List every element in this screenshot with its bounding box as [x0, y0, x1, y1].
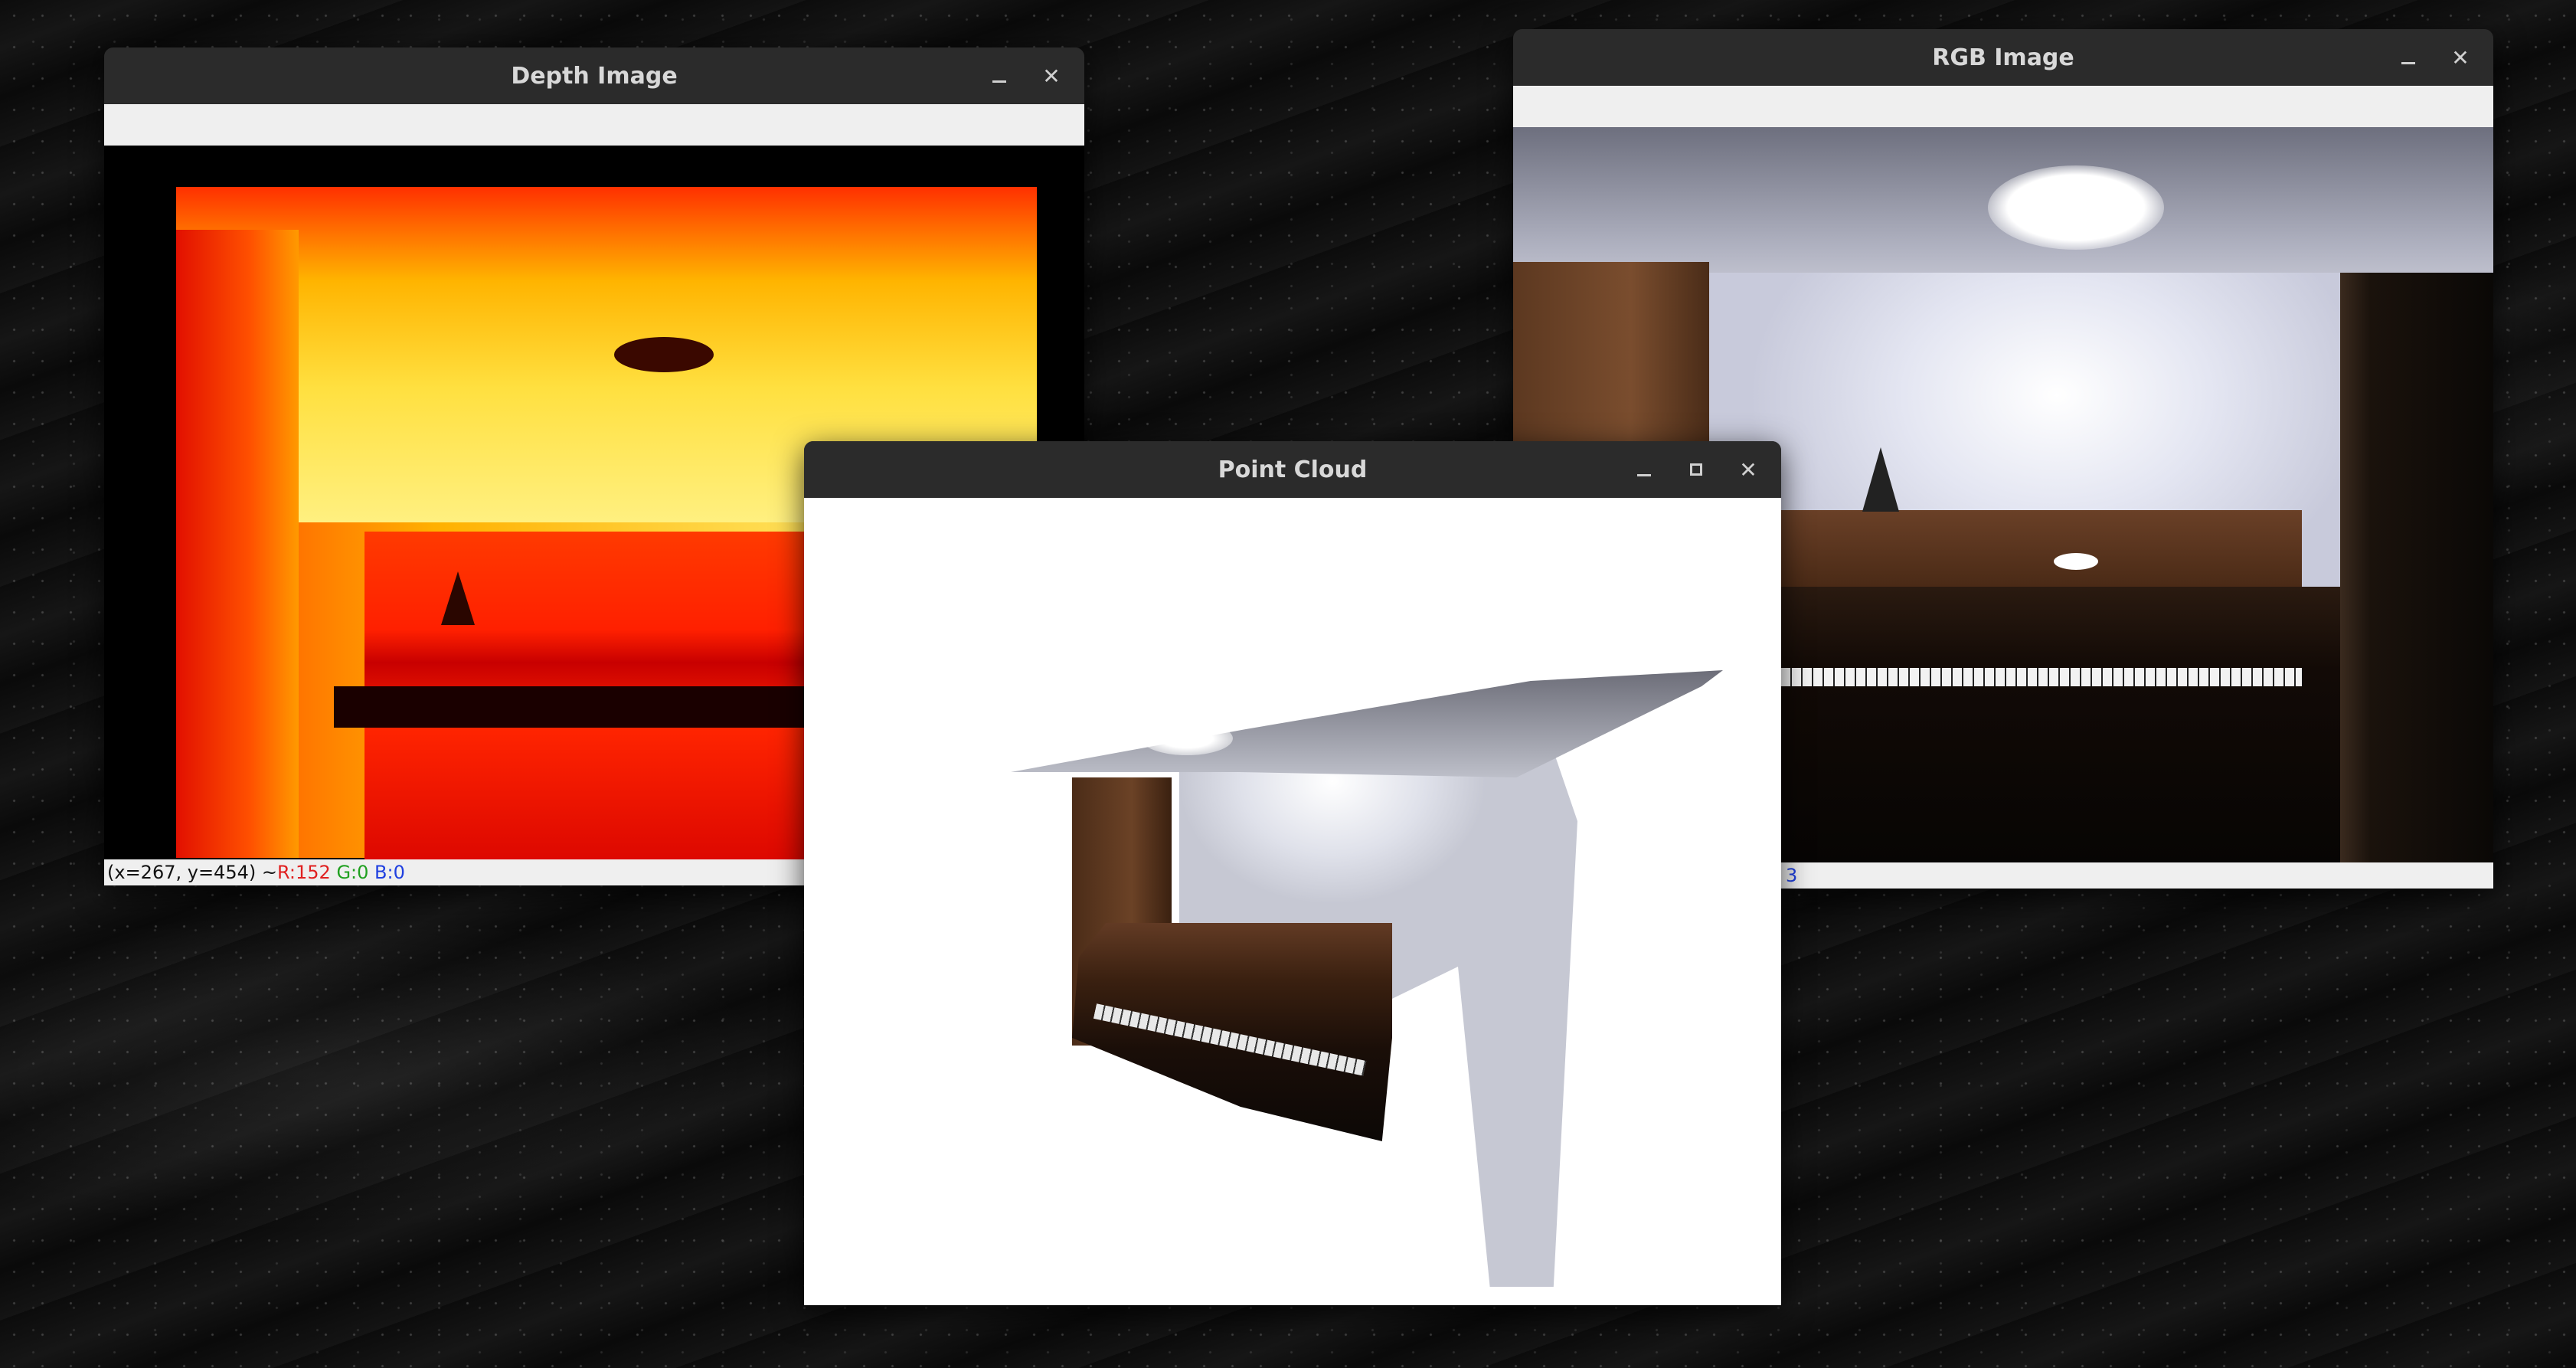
depth-wall-left: [176, 230, 299, 858]
window-title: Depth Image: [511, 62, 678, 90]
depth-lamp: [614, 337, 714, 372]
pc-ceiling: [1011, 670, 1723, 777]
depth-metronome: [441, 571, 475, 625]
close-icon[interactable]: ✕: [1038, 63, 1064, 89]
pc-lamp: [1141, 722, 1233, 755]
rgb-piano-body: [1781, 587, 2340, 862]
minimize-icon[interactable]: [2395, 44, 2421, 70]
status-r: R:152: [276, 862, 331, 883]
pc-piano: [1072, 923, 1392, 1141]
close-icon[interactable]: ✕: [1735, 457, 1761, 483]
rgb-ceiling-light: [1988, 165, 2164, 250]
minimize-icon[interactable]: [1631, 457, 1657, 483]
rgb-piano-top: [1781, 510, 2302, 587]
minimize-icon[interactable]: [986, 63, 1012, 89]
toolbar: [1513, 86, 2493, 127]
window-titlebar[interactable]: Point Cloud ✕: [804, 441, 1781, 498]
maximize-icon[interactable]: [1683, 457, 1709, 483]
close-icon[interactable]: ✕: [2447, 44, 2473, 70]
toolbar: [104, 104, 1084, 146]
rgb-piano-reflection: [2054, 553, 2098, 570]
status-g: G:0: [336, 862, 369, 883]
window-title: Point Cloud: [1218, 456, 1368, 483]
status-b: B:0: [374, 862, 405, 883]
point-cloud-canvas[interactable]: [804, 498, 1781, 1305]
rgb-metronome: [1862, 447, 1899, 512]
window-titlebar[interactable]: Depth Image ✕: [104, 47, 1084, 104]
status-coords: (x=267, y=454) ~: [107, 862, 277, 883]
rgb-doorway: [2340, 273, 2493, 862]
window-titlebar[interactable]: RGB Image ✕: [1513, 29, 2493, 86]
window-title: RGB Image: [1932, 44, 2074, 71]
point-cloud-window: Point Cloud ✕: [804, 441, 1781, 1305]
rgb-piano-keys: [1781, 668, 2302, 686]
